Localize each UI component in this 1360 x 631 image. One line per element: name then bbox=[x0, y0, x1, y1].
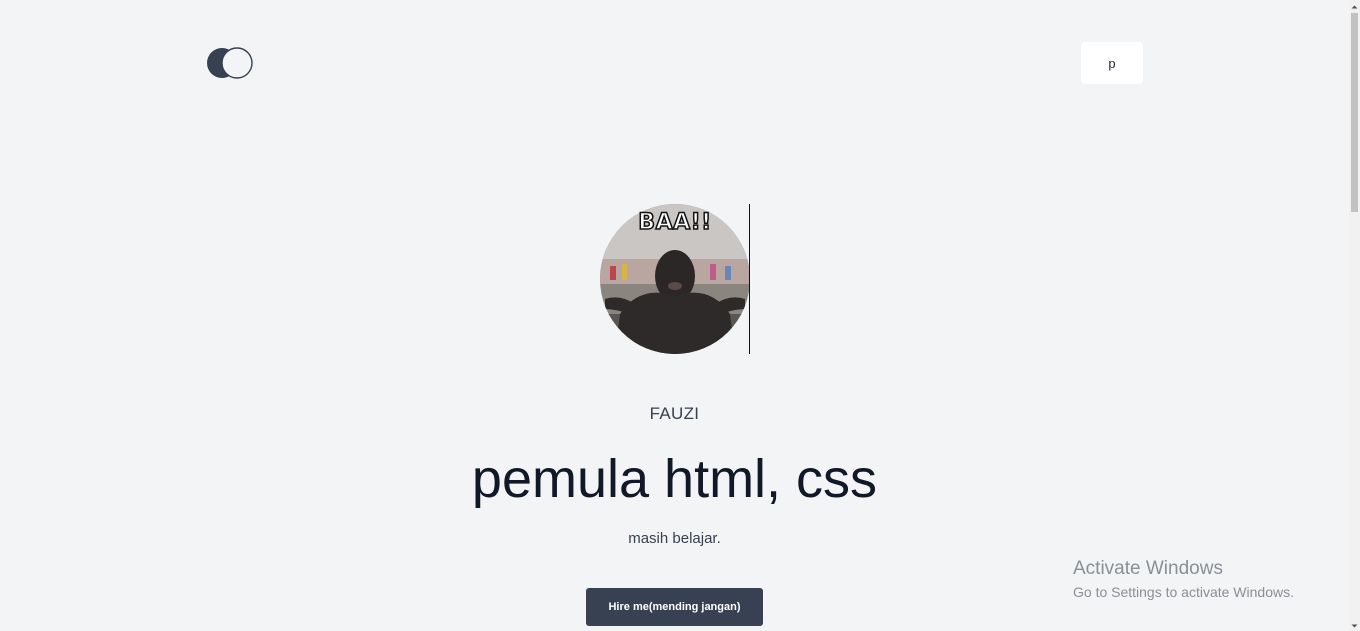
subtitle: masih belajar. bbox=[628, 530, 721, 547]
vertical-scrollbar[interactable] bbox=[1349, 0, 1360, 631]
avatar-caption: BAA!! bbox=[638, 209, 712, 236]
profile-name: FAUZI bbox=[649, 404, 700, 423]
headline: pemula html, css bbox=[471, 449, 878, 509]
scrollbar-thumb[interactable] bbox=[1351, 13, 1358, 212]
page: p BAA!! FAUZI pemula html, css masih bel… bbox=[0, 0, 1349, 631]
scroll-up-arrow-icon[interactable] bbox=[1349, 0, 1360, 12]
site-logo[interactable] bbox=[206, 47, 254, 79]
scroll-down-arrow-icon[interactable] bbox=[1349, 619, 1360, 631]
watermark-subtitle: Go to Settings to activate Windows. bbox=[1073, 584, 1294, 600]
text-cursor-line bbox=[749, 204, 750, 354]
windows-activation-watermark: Activate Windows Go to Settings to activ… bbox=[1073, 558, 1294, 600]
menu-button[interactable]: p bbox=[1081, 42, 1143, 84]
hire-me-button[interactable]: Hire me(mending jangan) bbox=[586, 588, 763, 626]
watermark-title: Activate Windows bbox=[1073, 558, 1223, 579]
overlapping-circles-logo-icon bbox=[207, 47, 253, 79]
